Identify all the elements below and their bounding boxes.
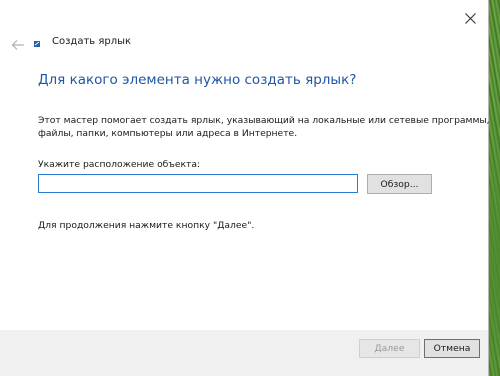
page-heading: Для какого элемента нужно создать ярлык? <box>38 72 357 88</box>
dialog-footer: Далее Отмена <box>0 330 488 376</box>
continue-hint: Для продолжения нажмите кнопку "Далее". <box>38 220 255 231</box>
shortcut-wizard-icon <box>34 41 40 47</box>
description-line: Этот мастер помогает создать ярлык, указ… <box>38 115 490 126</box>
wizard-description: Этот мастер помогает создать ярлык, указ… <box>38 114 490 140</box>
back-arrow-icon <box>11 40 24 50</box>
create-shortcut-dialog: Создать ярлык Для какого элемента нужно … <box>0 0 490 376</box>
description-line: файлы, папки, компьютеры или адреса в Ин… <box>38 128 298 139</box>
close-button[interactable] <box>460 8 480 28</box>
browse-button[interactable]: Обзор... <box>367 174 432 194</box>
back-button[interactable] <box>11 36 25 50</box>
cancel-button[interactable]: Отмена <box>424 339 480 358</box>
next-button[interactable]: Далее <box>359 339 420 358</box>
location-label: Укажите расположение объекта: <box>38 159 201 170</box>
close-icon <box>464 12 476 24</box>
location-input[interactable] <box>38 174 358 193</box>
wizard-title: Создать ярлык <box>52 36 132 47</box>
